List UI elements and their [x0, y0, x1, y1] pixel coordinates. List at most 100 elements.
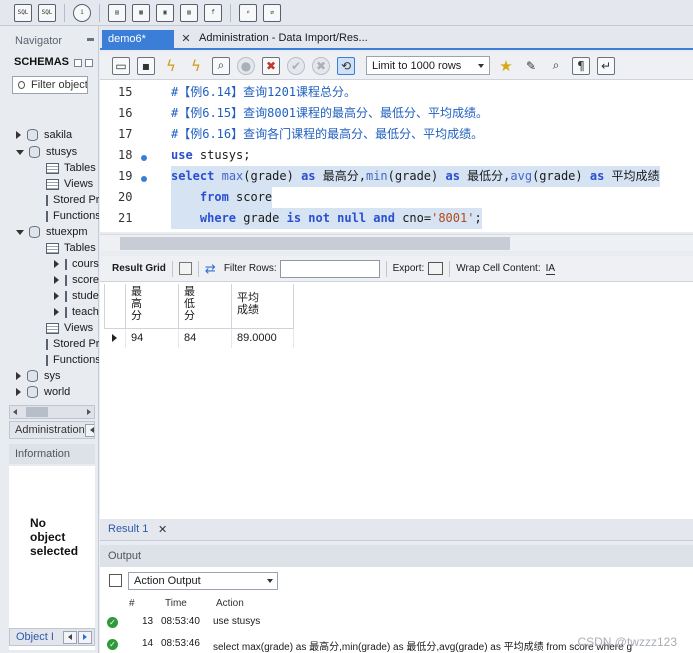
next-tab-icon[interactable]: [78, 630, 92, 644]
minimize-icon[interactable]: [87, 38, 94, 41]
database-icon: [29, 146, 40, 158]
tree-item-folder[interactable]: Tables: [46, 240, 99, 256]
toggle-error-icon[interactable]: ✖: [262, 56, 280, 75]
chevron-right-icon[interactable]: [16, 388, 21, 396]
toolbar-separator: [64, 3, 65, 22]
result-tabs: Result 1 ✕: [100, 519, 693, 541]
tab-demo6[interactable]: demo6*: [102, 30, 174, 50]
beautify-icon[interactable]: ✎: [522, 57, 540, 75]
output-row[interactable]: ✓ 13 08:53:40 use stusys: [100, 613, 693, 633]
scroll-thumb[interactable]: [120, 237, 510, 250]
chevron-right-icon[interactable]: [54, 292, 59, 300]
tree-item-folder[interactable]: Stored Procedures: [46, 336, 99, 352]
form-editor-icon[interactable]: [178, 262, 192, 275]
rollback-icon[interactable]: ✖: [312, 56, 330, 75]
open-sql-script-icon[interactable]: SQL: [38, 3, 56, 22]
open-file-icon[interactable]: ▭: [112, 56, 130, 75]
output-icon: [109, 574, 122, 587]
refresh-icon[interactable]: ⇄: [205, 261, 216, 277]
close-icon[interactable]: ✕: [180, 33, 192, 45]
tree-item-label: Functions: [53, 354, 99, 366]
tree-item-table[interactable]: teacher: [54, 304, 99, 320]
tree-item-db[interactable]: sys: [16, 368, 99, 384]
column-header-time: Time: [165, 598, 187, 609]
tree-item-folder[interactable]: Stored Procedures: [46, 192, 99, 208]
collapse-icon[interactable]: [85, 59, 93, 67]
inspector-icon[interactable]: i: [73, 3, 91, 22]
tree-item-folder[interactable]: Tables: [46, 160, 99, 176]
cell-max[interactable]: 94: [125, 328, 179, 348]
table-row[interactable]: 94 84 89.0000: [104, 328, 294, 348]
prev-tab-icon[interactable]: [63, 630, 77, 644]
wrap-lines-icon[interactable]: ↵: [597, 56, 615, 75]
chevron-down-icon[interactable]: [16, 149, 24, 155]
code-token: where: [199, 211, 237, 225]
column-header-max[interactable]: 最 高 分: [125, 284, 179, 329]
invisible-chars-icon[interactable]: ¶: [572, 56, 590, 75]
execute-icon[interactable]: ϟ: [162, 57, 180, 75]
reconnect-icon[interactable]: ⇄: [263, 3, 281, 22]
refresh-icon[interactable]: [74, 59, 82, 67]
create-function-icon[interactable]: f: [204, 3, 222, 22]
search-table-data-icon[interactable]: ⌕: [239, 3, 257, 22]
find-icon[interactable]: ⌕: [547, 57, 565, 75]
result-grid-label[interactable]: Result Grid: [112, 263, 166, 274]
autocommit-icon[interactable]: ⟲: [337, 56, 355, 75]
tree-item-folder[interactable]: Functions: [46, 208, 99, 224]
schemas-label: SCHEMAS: [14, 56, 70, 68]
export-icon[interactable]: [428, 262, 444, 275]
bookmark-star-icon[interactable]: ★: [497, 57, 515, 75]
create-view-icon[interactable]: ▣: [156, 3, 174, 22]
toolbar-separator: [385, 260, 387, 277]
prev-tab-icon[interactable]: [84, 423, 94, 437]
tree-item-folder[interactable]: Views: [46, 320, 99, 336]
chevron-right-icon[interactable]: [16, 372, 21, 380]
chevron-right-icon[interactable]: [54, 308, 59, 316]
new-sql-tab-icon[interactable]: SQL: [14, 3, 32, 22]
scroll-left-icon[interactable]: [13, 409, 17, 415]
create-schema-icon[interactable]: ▤: [108, 3, 126, 22]
explain-icon[interactable]: ⌕: [212, 56, 230, 75]
tree-item-table[interactable]: score: [54, 272, 99, 288]
cell-min[interactable]: 84: [178, 328, 232, 348]
chevron-right-icon[interactable]: [54, 276, 59, 284]
navigator-scrollbar[interactable]: [9, 405, 95, 419]
tab-object-info[interactable]: Object Info: [9, 628, 95, 646]
no-object-line: selected: [30, 544, 79, 558]
chevron-down-icon[interactable]: [16, 229, 24, 235]
column-header-min[interactable]: 最 低 分: [178, 284, 232, 329]
tree-item-folder[interactable]: Functions: [46, 352, 99, 368]
column-header-avg[interactable]: 平均 成绩: [231, 284, 294, 329]
row-marker[interactable]: [104, 328, 126, 348]
tab-administration-import[interactable]: Administration - Data Import/Res...: [199, 32, 368, 44]
save-icon[interactable]: ▪: [137, 56, 155, 75]
chevron-right-icon[interactable]: [16, 131, 21, 139]
output-type-select[interactable]: Action Output: [128, 572, 278, 590]
filter-rows-input[interactable]: [279, 259, 380, 278]
chevron-right-icon[interactable]: [54, 260, 59, 268]
limit-rows-select[interactable]: Limit to 1000 rows: [366, 56, 490, 75]
tab-administration[interactable]: Administration: [9, 421, 95, 439]
scroll-thumb[interactable]: [26, 407, 48, 417]
execute-current-icon[interactable]: ϟ: [187, 57, 205, 75]
tree-item-db[interactable]: stusys: [16, 144, 99, 160]
tree-item-db[interactable]: stuexpm: [16, 224, 99, 240]
tree-item-table[interactable]: course: [54, 256, 99, 272]
commit-icon[interactable]: ✔: [287, 56, 305, 75]
cell-avg[interactable]: 89.0000: [231, 328, 294, 348]
close-icon[interactable]: ✕: [158, 523, 167, 536]
sql-editor[interactable]: 15 16 17 18 19 20 21 #【例6.14】查询1201课程总分。 #【例6.1…: [100, 80, 693, 232]
scroll-right-icon[interactable]: [87, 409, 91, 415]
tab-result-1[interactable]: Result 1: [108, 523, 148, 535]
stop-icon[interactable]: ●: [237, 56, 255, 75]
filter-objects-input[interactable]: [31, 79, 87, 91]
tree-item-table[interactable]: student: [54, 288, 99, 304]
create-procedure-icon[interactable]: ▧: [180, 3, 198, 22]
tree-item-db[interactable]: world: [16, 384, 99, 400]
wrap-cell-icon[interactable]: IA: [545, 263, 556, 275]
editor-horizontal-scrollbar[interactable]: [100, 234, 693, 251]
create-table-icon[interactable]: ▦: [132, 3, 150, 22]
tree-item-db[interactable]: sakila: [16, 127, 99, 143]
tree-item-folder[interactable]: Views: [46, 176, 99, 192]
